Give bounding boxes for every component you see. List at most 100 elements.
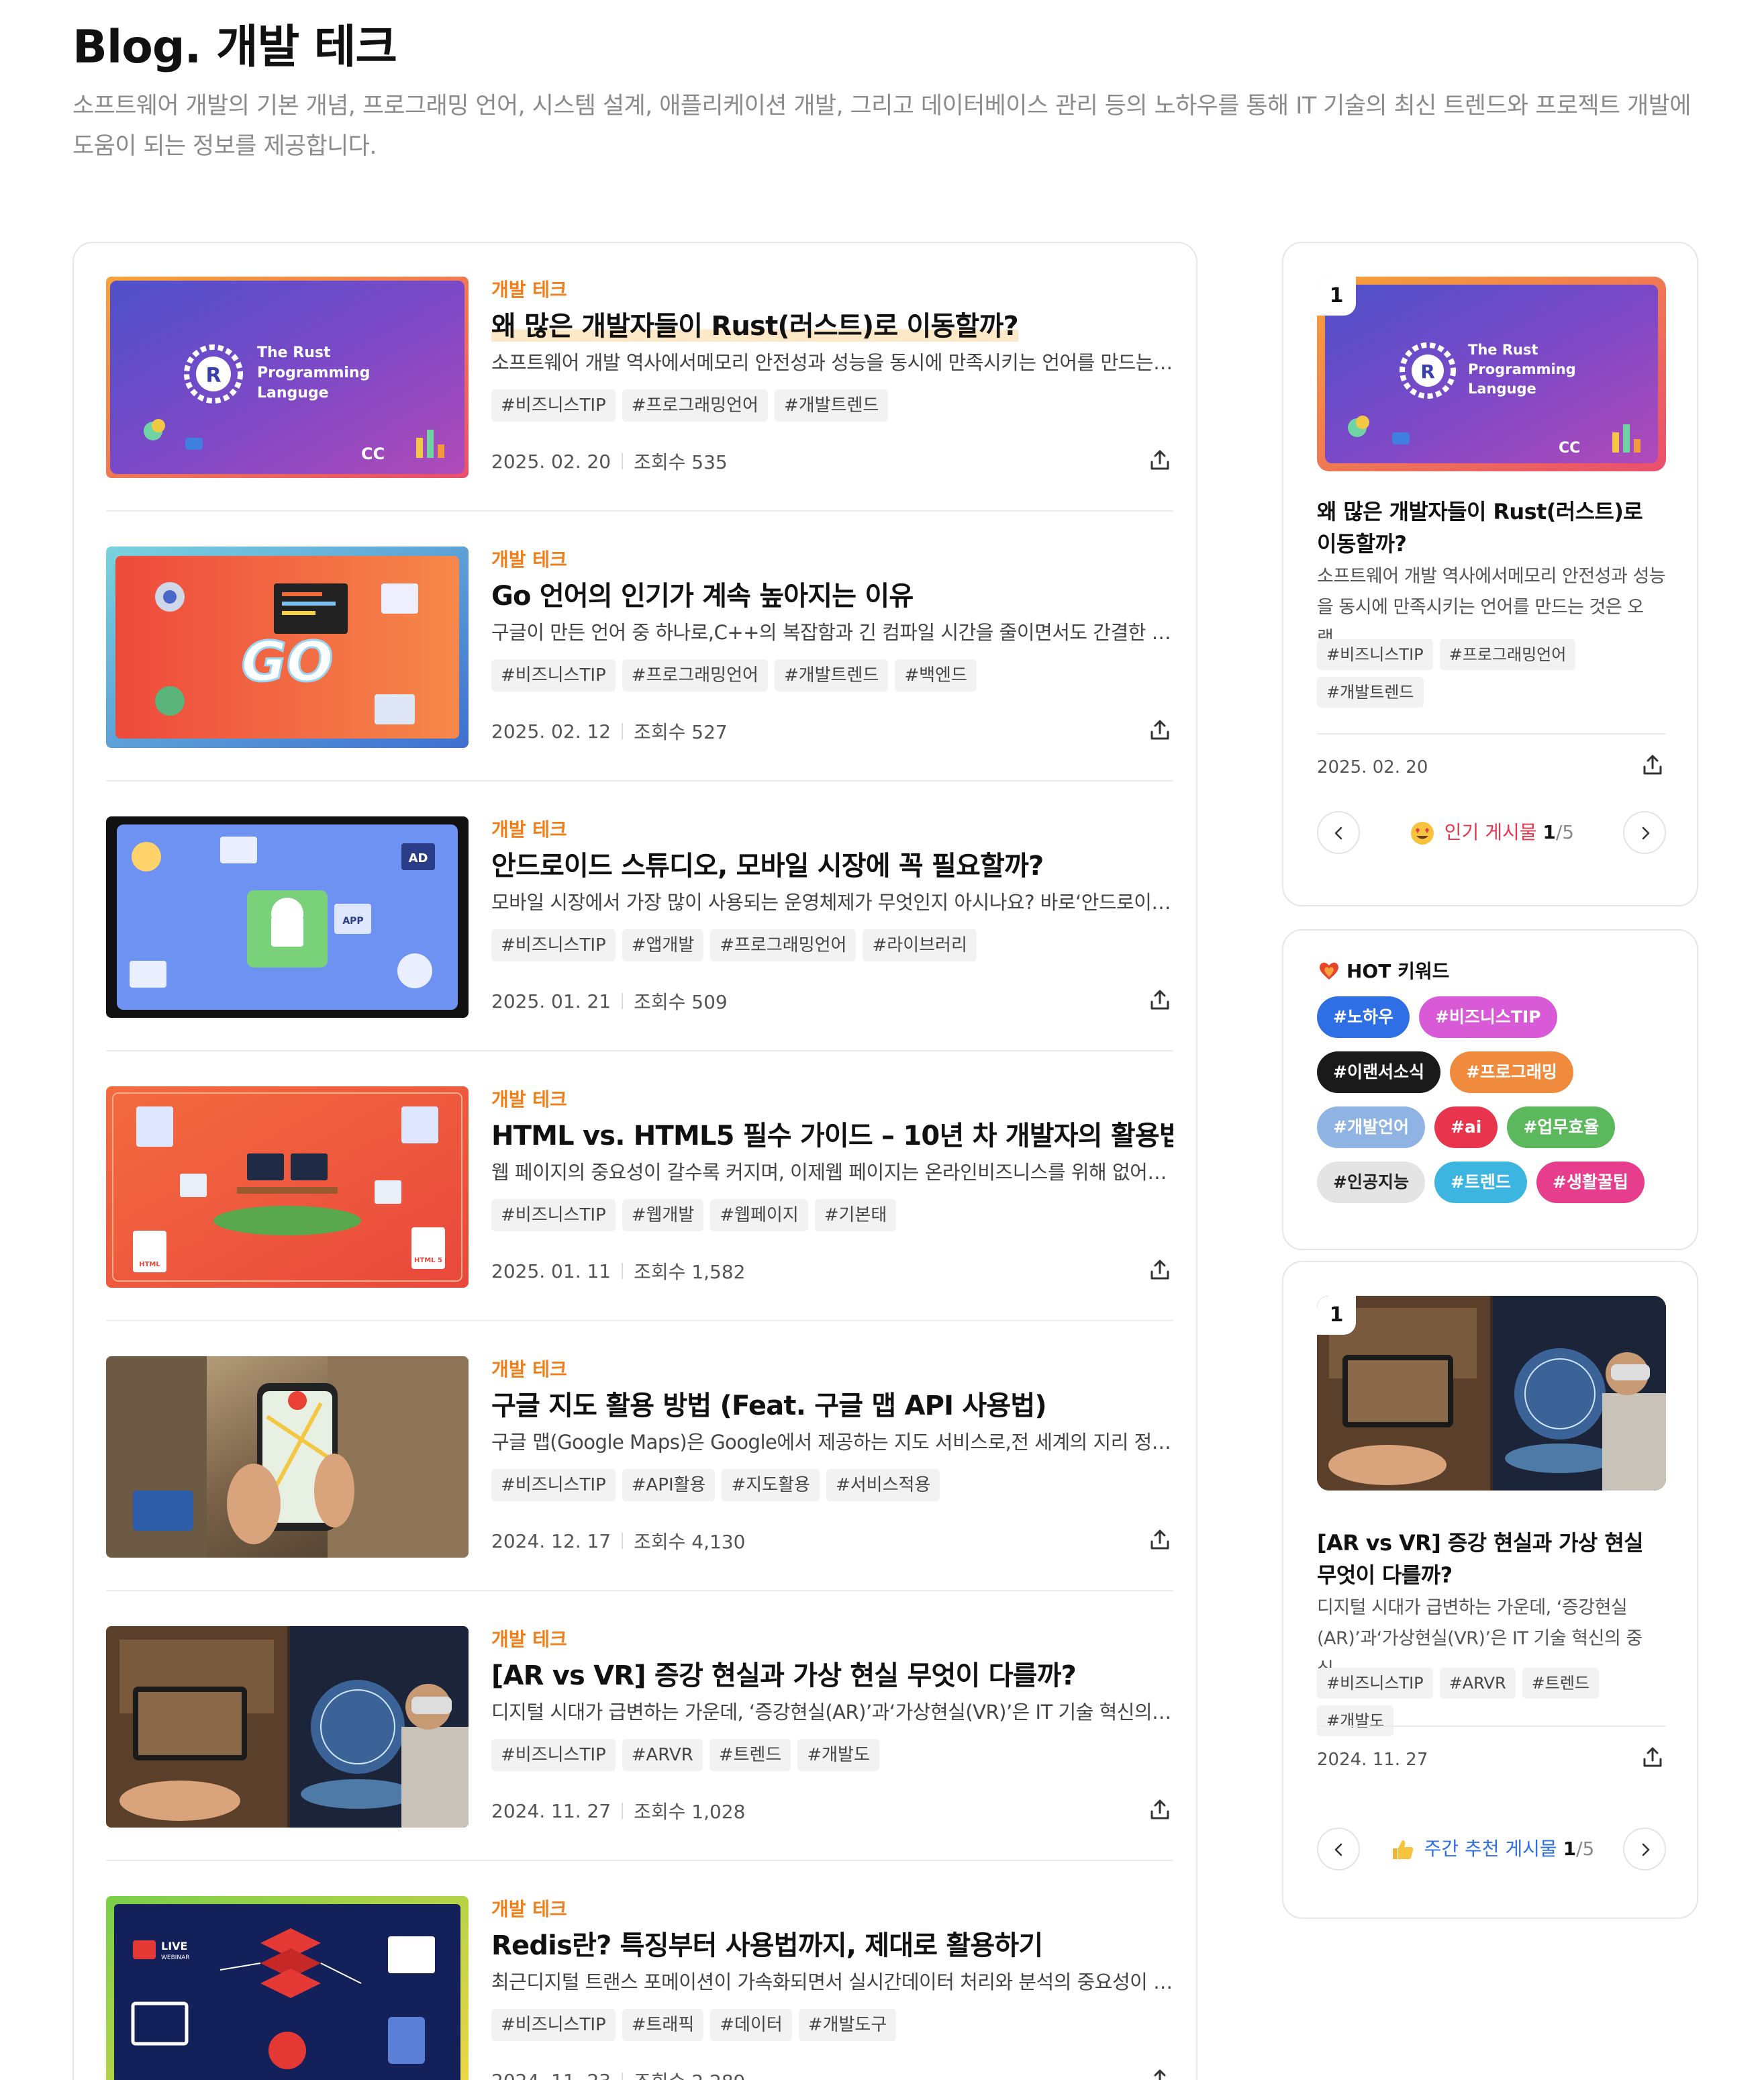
share-icon[interactable] xyxy=(1146,987,1173,1014)
keyword-chip[interactable]: #프로그래밍 xyxy=(1449,1051,1573,1093)
keyword-chip[interactable]: #업무효율 xyxy=(1507,1106,1616,1148)
tag[interactable]: #트렌드 xyxy=(1522,1668,1599,1699)
share-icon[interactable] xyxy=(1146,2067,1173,2080)
tag[interactable]: #서비스적용 xyxy=(826,1469,940,1501)
post-date: 2025. 02. 12 xyxy=(491,720,611,743)
post-category: 개발 테크 xyxy=(491,279,567,301)
post-list: R The Rust Programming Languge CC 개발 테크 … xyxy=(72,242,1197,2080)
post-meta: 2024. 11. 23 조회수 2,289 xyxy=(491,2064,745,2080)
share-icon[interactable] xyxy=(1146,1797,1173,1824)
tag[interactable]: #비즈니스TIP xyxy=(491,2009,616,2041)
tag[interactable]: #개발트렌드 xyxy=(1317,677,1424,708)
tag[interactable]: #ARVR xyxy=(1439,1668,1516,1699)
tag[interactable]: #프로그래밍언어 xyxy=(1439,639,1576,670)
share-icon[interactable] xyxy=(1146,1527,1173,1554)
next-button[interactable] xyxy=(1623,811,1666,854)
tag[interactable]: #앱개발 xyxy=(622,929,704,961)
post-item[interactable]: 개발 테크 [AR vs VR] 증강 현실과 가상 현실 무엇이 다를까? 디… xyxy=(106,1593,1173,1861)
post-title[interactable]: Go 언어의 인기가 계속 높아지는 이유 xyxy=(491,576,1173,616)
tag[interactable]: #개발트렌드 xyxy=(774,389,889,422)
prev-button[interactable] xyxy=(1317,811,1360,854)
weekly-post-thumbnail[interactable] xyxy=(1317,1296,1666,1491)
tag[interactable]: #지도활용 xyxy=(722,1469,820,1501)
keyword-chip[interactable]: #비즈니스TIP xyxy=(1418,996,1557,1038)
share-icon[interactable] xyxy=(1146,717,1173,744)
tag[interactable]: #개발트렌드 xyxy=(774,659,889,692)
post-item[interactable]: LIVE WEBINAR 개발 테크 Redis란? 특징부터 사용법까지, 제… xyxy=(106,1862,1173,2080)
keyword-chip[interactable]: #노하우 xyxy=(1317,996,1410,1038)
tag[interactable]: #프로그래밍언어 xyxy=(710,929,856,961)
thumb-text: The Rust xyxy=(257,344,331,361)
thumb-text: Programming xyxy=(1468,361,1576,377)
share-icon[interactable] xyxy=(1639,1744,1666,1771)
post-views: 조회수 1,582 xyxy=(634,1261,746,1283)
tag[interactable]: #ARVR xyxy=(622,1739,703,1771)
tag[interactable]: #비즈니스TIP xyxy=(1317,639,1433,670)
weekly-pager: 주간 추천 게시물 1/5 xyxy=(1371,1828,1612,1871)
post-views: 조회수 535 xyxy=(634,451,728,473)
post-tags: #비즈니스TIP #API활용 #지도활용 #서비스적용 xyxy=(491,1469,1173,1501)
tag[interactable]: #백엔드 xyxy=(895,659,977,692)
tag[interactable]: #개발도 xyxy=(1317,1705,1394,1736)
tag[interactable]: #개발도 xyxy=(797,1739,879,1771)
tag[interactable]: #API활용 xyxy=(622,1469,716,1501)
tag[interactable]: #비즈니스TIP xyxy=(491,929,616,961)
post-thumbnail-redis[interactable]: LIVE WEBINAR xyxy=(106,1896,469,2080)
tag[interactable]: #기본태 xyxy=(814,1199,897,1231)
tag[interactable]: #웹페이지 xyxy=(710,1199,808,1231)
tag[interactable]: #비즈니스TIP xyxy=(491,1739,616,1771)
share-icon[interactable] xyxy=(1146,1257,1173,1284)
post-item[interactable]: HTML HTML 5 개발 테크 HTML vs. HTML5 필수 가이드 … xyxy=(106,1053,1173,1321)
post-thumbnail-rust[interactable]: R The Rust Programming Languge CC xyxy=(106,277,469,478)
tag[interactable]: #개발도구 xyxy=(798,2009,897,2041)
prev-button[interactable] xyxy=(1317,1828,1360,1871)
post-title[interactable]: 안드로이드 스튜디오, 모바일 시장에 꼭 필요할까? xyxy=(491,846,1173,886)
divider xyxy=(106,1320,1173,1321)
keyword-chip[interactable]: #이랜서소식 xyxy=(1317,1051,1440,1093)
tag[interactable]: #비즈니스TIP xyxy=(491,389,616,422)
post-item[interactable]: R The Rust Programming Languge CC 개발 테크 … xyxy=(106,243,1173,512)
keyword-chip[interactable]: #인공지능 xyxy=(1317,1162,1425,1203)
post-title[interactable]: 왜 많은 개발자들이 Rust(러스트)로 이동할까? xyxy=(491,306,1173,346)
post-title[interactable]: Redis란? 특징부터 사용법까지, 제대로 활용하기 xyxy=(491,1926,1173,1966)
tag[interactable]: #비즈니스TIP xyxy=(491,1469,616,1501)
share-icon[interactable] xyxy=(1146,447,1173,474)
post-item[interactable]: 개발 테크 구글 지도 활용 방법 (Feat. 구글 맵 API 사용법) 구… xyxy=(106,1323,1173,1591)
post-title[interactable]: 구글 지도 활용 방법 (Feat. 구글 맵 API 사용법) xyxy=(491,1386,1173,1426)
tag[interactable]: #데이터 xyxy=(710,2009,792,2041)
post-thumbnail-ar-vr[interactable] xyxy=(106,1626,469,1828)
tag[interactable]: #비즈니스TIP xyxy=(491,659,616,692)
post-item[interactable]: AD APP 개발 테크 안드로이드 스튜디오, 모바일 시장에 꼭 필요할까?… xyxy=(106,783,1173,1051)
post-thumbnail-html[interactable]: HTML HTML 5 xyxy=(106,1086,469,1288)
tag[interactable]: #웹개발 xyxy=(622,1199,704,1231)
tag[interactable]: #비즈니스TIP xyxy=(491,1199,616,1231)
share-icon[interactable] xyxy=(1639,752,1666,779)
weekly-post-title[interactable]: [AR vs VR] 증강 현실과 가상 현실 무엇이 다를까? xyxy=(1317,1527,1666,1591)
next-button[interactable] xyxy=(1623,1828,1666,1871)
keyword-chip[interactable]: #생활꿀팁 xyxy=(1536,1162,1645,1203)
post-title[interactable]: [AR vs VR] 증강 현실과 가상 현실 무엇이 다를까? xyxy=(491,1656,1173,1696)
thumb-text: HTML 5 xyxy=(414,1257,442,1264)
post-thumbnail-android[interactable]: AD APP xyxy=(106,816,469,1018)
tag[interactable]: #프로그래밍언어 xyxy=(622,659,768,692)
tag[interactable]: #트래픽 xyxy=(622,2009,704,2041)
tag[interactable]: #트렌드 xyxy=(709,1739,791,1771)
popular-post-title[interactable]: 왜 많은 개발자들이 Rust(러스트)로 이동할까? xyxy=(1317,495,1666,560)
thumb-text: Programming xyxy=(257,365,370,381)
post-title[interactable]: HTML vs. HTML5 필수 가이드 – 10년 차 개발자의 활용법 xyxy=(491,1116,1173,1156)
post-tags: #비즈니스TIP #웹개발 #웹페이지 #기본태 xyxy=(491,1199,1173,1231)
keyword-chip[interactable]: #개발언어 xyxy=(1317,1106,1425,1148)
tag[interactable]: #프로그래밍언어 xyxy=(622,389,768,422)
keyword-chip[interactable]: #트렌드 xyxy=(1434,1162,1527,1203)
keyword-chip[interactable]: #ai xyxy=(1434,1106,1498,1148)
tag[interactable]: #비즈니스TIP xyxy=(1317,1668,1433,1699)
post-thumbnail-google-maps[interactable] xyxy=(106,1356,469,1558)
post-summary: 최근디지털 트랜스 포메이션이 가속화되면서 실시간데이터 처리와 분석의 중요… xyxy=(491,1971,1173,1993)
thumb-text: LIVE xyxy=(161,1940,187,1952)
tag[interactable]: #라이브러리 xyxy=(863,929,977,961)
post-item[interactable]: GO 개발 테크 Go 언어의 인기가 계속 높아지는 이유 구글이 만든 언어… xyxy=(106,513,1173,782)
popular-post-thumbnail[interactable]: R The Rust Programming Languge CC xyxy=(1317,277,1666,471)
post-thumbnail-go[interactable]: GO xyxy=(106,547,469,748)
chevron-left-icon xyxy=(1334,1843,1342,1856)
post-summary: 웹 페이지의 중요성이 갈수록 커지며, 이제웹 페이지는 온라인비즈니스를 위… xyxy=(491,1161,1173,1184)
